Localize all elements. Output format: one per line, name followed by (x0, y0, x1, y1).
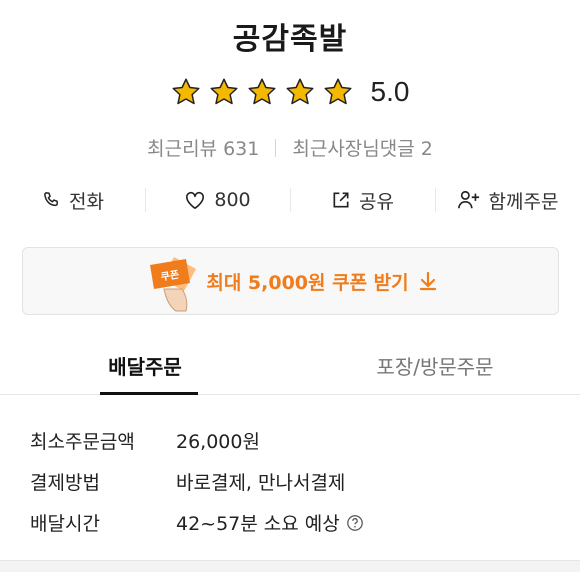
star-icon (286, 78, 314, 105)
coupon-download-button[interactable]: 쿠폰 최대 5,000원 쿠폰 받기 (22, 247, 559, 315)
store-name: 공감족발 (232, 22, 348, 57)
star-rating (171, 77, 353, 107)
group-order-label: 함께주문 (488, 190, 559, 213)
divider (275, 138, 277, 157)
favorite-count: 800 (214, 189, 251, 211)
coupon-ticket-icon: 쿠폰 (150, 257, 197, 312)
rating-score: 5.0 (370, 76, 410, 107)
rating-row: 5.0 (0, 76, 580, 108)
star-icon (172, 78, 200, 105)
star-icon (210, 78, 238, 105)
tab-delivery[interactable]: 배달주문 (0, 343, 290, 395)
section-divider (0, 560, 580, 572)
share-label: 공유 (359, 190, 394, 213)
action-bar: 전화 800 공유 함께주문 (0, 182, 580, 218)
tab-pickup[interactable]: 포장/방문주문 (290, 343, 580, 394)
share-icon (333, 192, 349, 208)
payment-value: 바로결제, 만나서결제 (176, 472, 346, 494)
min-order-value: 26,000원 (176, 431, 260, 453)
delivery-time-label: 배달시간 (30, 513, 100, 535)
recent-reviews-link[interactable]: 최근리뷰 631 (147, 134, 259, 161)
delivery-info: 최소주문금액 26,000원 결제방법 바로결제, 만나서결제 배달시간 42~… (30, 420, 364, 543)
call-button[interactable]: 전화 (0, 182, 145, 218)
favorite-button[interactable]: 800 (145, 182, 290, 218)
owner-replies-link[interactable]: 최근사장님댓글 2 (292, 134, 433, 161)
add-person-icon (457, 190, 479, 209)
info-row: 배달시간 42~57분 소요 예상 (30, 502, 364, 543)
heart-icon (186, 191, 205, 209)
info-row: 최소주문금액 26,000원 (30, 420, 364, 461)
star-icon (324, 78, 352, 105)
delivery-time-value: 42~57분 소요 예상 (176, 513, 340, 535)
share-button[interactable]: 공유 (290, 182, 435, 218)
phone-icon (44, 192, 59, 207)
coupon-label: 최대 5,000원 쿠폰 받기 (206, 271, 409, 294)
call-label: 전화 (69, 190, 104, 213)
group-order-button[interactable]: 함께주문 (435, 182, 580, 218)
download-arrow-icon (419, 271, 436, 291)
payment-label: 결제방법 (30, 472, 100, 494)
review-summary: 최근리뷰 631 최근사장님댓글 2 (0, 134, 580, 161)
info-row: 결제방법 바로결제, 만나서결제 (30, 461, 364, 502)
order-type-tabs: 배달주문 포장/방문주문 (0, 343, 580, 395)
star-icon (248, 78, 276, 105)
help-icon[interactable] (346, 514, 364, 532)
min-order-label: 최소주문금액 (30, 431, 135, 453)
